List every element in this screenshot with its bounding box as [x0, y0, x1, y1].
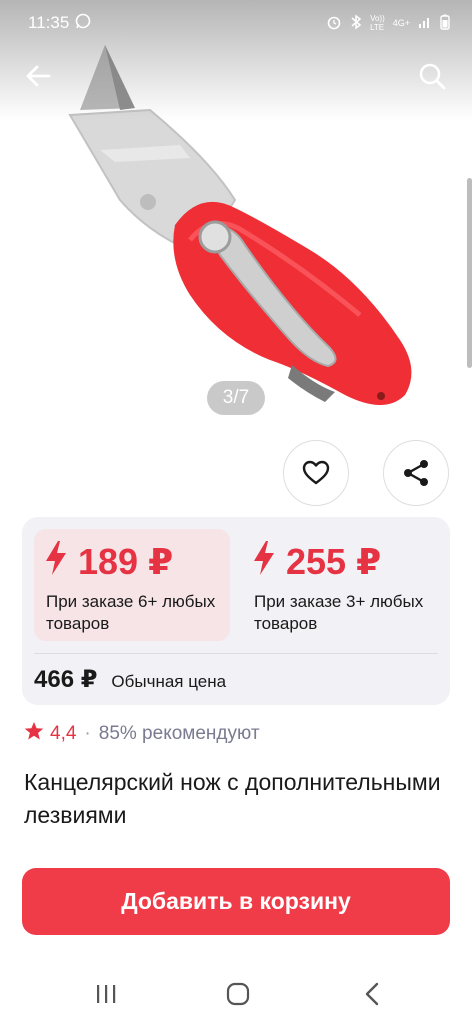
scroll-indicator: [467, 178, 472, 368]
search-button[interactable]: [412, 56, 452, 96]
system-nav-bar: [0, 960, 472, 1024]
regular-price-row: 466 ₽ Обычная цена: [34, 665, 226, 694]
status-icons: Vo)) LTE 4G+: [326, 14, 450, 33]
regular-price: 466 ₽: [34, 666, 98, 693]
image-counter: 3/7: [207, 381, 265, 415]
share-button[interactable]: [383, 440, 449, 506]
nav-back-icon: [365, 982, 379, 1006]
bolt-icon: [254, 540, 274, 584]
signal-icon: [418, 15, 432, 32]
lte-indicator: Vo)) LTE: [370, 14, 385, 32]
status-bar: 11:35 Vo)) LTE 4G+: [0, 0, 472, 46]
system-back-button[interactable]: [352, 976, 392, 1012]
divider: [34, 653, 438, 654]
price-card: 189 ₽ При заказе 6+ любых товаров 255 ₽ …: [22, 517, 450, 705]
status-time: 11:35: [28, 13, 70, 32]
share-icon: [404, 460, 428, 486]
search-icon: [419, 63, 446, 90]
regular-price-label: Обычная цена: [111, 672, 227, 691]
back-button[interactable]: [18, 56, 58, 96]
home-button[interactable]: [218, 976, 258, 1012]
recommend-percent: 85% рекомендуют: [98, 723, 260, 744]
whatsapp-icon: [75, 13, 91, 34]
tier-condition: При заказе 6+ любых товаров: [46, 592, 216, 633]
product-image-gallery[interactable]: 11:35 Vo)) LTE 4G+ 3/7: [0, 0, 472, 430]
add-to-cart-button[interactable]: Добавить в корзину: [22, 868, 450, 935]
star-icon: [24, 721, 44, 747]
bluetooth-icon: [350, 14, 362, 33]
tier-condition: При заказе 3+ любых товаров: [254, 592, 424, 633]
price-tier-3plus[interactable]: 255 ₽ При заказе 3+ любых товаров: [242, 529, 438, 641]
rating-value: 4,4: [50, 723, 77, 744]
4g-indicator: 4G+: [392, 18, 410, 28]
favorite-button[interactable]: [283, 440, 349, 506]
bolt-icon: [46, 540, 66, 584]
tier-price: 255 ₽: [286, 541, 382, 582]
back-arrow-icon: [26, 65, 51, 87]
rating-row[interactable]: 4,4 · 85% рекомендуют: [24, 721, 260, 747]
product-title: Канцелярский нож с дополнительными лезви…: [24, 769, 441, 828]
tier-price: 189 ₽: [78, 541, 174, 582]
price-tier-6plus[interactable]: 189 ₽ При заказе 6+ любых товаров: [34, 529, 230, 641]
battery-icon: [440, 14, 450, 33]
recent-apps-icon: [97, 985, 116, 1003]
alarm-icon: [326, 14, 342, 33]
rating-separator: ·: [84, 723, 91, 744]
recent-apps-button[interactable]: [86, 976, 126, 1012]
home-icon: [226, 982, 250, 1006]
heart-icon: [302, 460, 330, 485]
